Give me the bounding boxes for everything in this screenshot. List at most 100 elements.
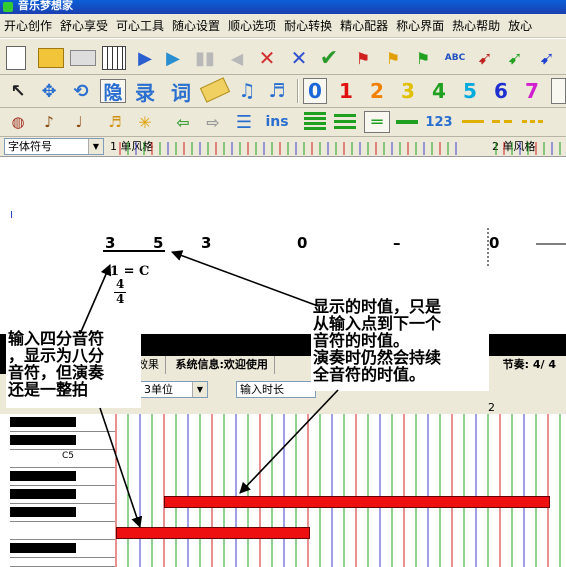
dash-1-icon[interactable] [462, 120, 484, 123]
input-duration-combo[interactable]: 输入时长 [236, 381, 316, 398]
input-duration-value: 输入时长 [240, 383, 284, 396]
record-button[interactable]: 录 [132, 79, 158, 105]
annotation-left-line-2: ，显示为八分 [8, 346, 105, 365]
menu-create[interactable]: 开心创作 [0, 14, 56, 37]
system-info-label: 系统信息:欢迎使用 [170, 356, 275, 374]
piano-roll: C5 [0, 414, 566, 567]
menu-tools[interactable]: 可心工具 [112, 14, 168, 37]
black-key[interactable] [10, 489, 76, 499]
dash-3-icon[interactable] [522, 120, 544, 123]
arrow-left-icon[interactable]: ⇦ [172, 111, 194, 133]
white-key[interactable] [10, 558, 115, 567]
arrow-right-icon[interactable]: ⇨ [202, 111, 224, 133]
menu-interface[interactable]: 称心界面 [392, 14, 448, 37]
number-0-button[interactable]: 0 [303, 78, 327, 104]
cursor-blue-icon[interactable]: ➹ [534, 45, 560, 71]
note-2[interactable]: 5 [153, 234, 163, 252]
bars-icon[interactable]: ☰ [232, 111, 256, 133]
pause-icon[interactable]: ▮▮ [194, 47, 216, 69]
piano-icon[interactable] [102, 46, 126, 70]
cursor-red-icon[interactable]: ➹ [472, 45, 498, 71]
cross-red-icon[interactable]: ✕ [254, 46, 280, 70]
number-1-button[interactable]: 1 [334, 78, 358, 104]
align-1-icon[interactable] [304, 112, 326, 132]
black-key[interactable] [10, 543, 76, 553]
note-4[interactable]: 0 [297, 234, 307, 252]
lyric-button[interactable]: 词 [168, 79, 194, 105]
move-icon[interactable]: ✥ [36, 79, 62, 103]
beat-label: 节奏: 4/ 4 [502, 358, 556, 371]
annotation-right-line-4: 演奏时仍然会持续 [313, 348, 442, 367]
note-bar-quarter[interactable] [116, 527, 310, 539]
number-4-button[interactable]: 4 [427, 78, 451, 104]
drum-icon[interactable]: ◍ [6, 111, 30, 133]
number-6-button[interactable]: 6 [489, 78, 513, 104]
note-bar-whole[interactable] [164, 496, 550, 508]
pointer-icon[interactable]: ↖ [6, 79, 30, 103]
cursor-green-icon[interactable]: ➹ [502, 45, 528, 71]
app-window: 音乐梦想家 开心创作 舒心享受 可心工具 随心设置 顺心选项 耐心转换 精心配器 称心界面 热心… [0, 0, 566, 567]
menu-instruments[interactable]: 精心配器 [336, 14, 392, 37]
note-3[interactable]: 3 [201, 234, 211, 252]
rotate-icon[interactable]: ⟲ [68, 79, 94, 103]
unit-combo[interactable]: 3单位 ▼ [140, 381, 208, 398]
chevron-down-icon[interactable]: ▼ [192, 382, 207, 397]
step-back-icon[interactable]: ◀ [226, 47, 248, 69]
menu-more[interactable]: 放心 [504, 14, 536, 37]
instrument-toolbar: ◍ ♪ ♩ ♬ ✳ ⇦ ⇨ ☰ ins ═ 123 [0, 108, 566, 137]
align-3-icon[interactable]: ═ [364, 111, 390, 133]
new-file-icon[interactable] [6, 46, 26, 70]
align-2-icon[interactable] [334, 114, 356, 130]
sixteenth-notes-icon[interactable]: ♬ [264, 79, 290, 103]
saxophone-icon[interactable]: ♬ [104, 111, 126, 133]
menu-settings[interactable]: 随心设置 [168, 14, 224, 37]
black-key[interactable] [10, 471, 76, 481]
menu-enjoy[interactable]: 舒心享受 [56, 14, 112, 37]
insert-button[interactable]: ins [262, 111, 292, 133]
note-6[interactable]: 0 [489, 234, 499, 252]
sparkle-icon[interactable]: ✳ [134, 111, 156, 133]
guitar-icon[interactable]: ♩ [68, 111, 90, 133]
measure-2-label: 2 [488, 401, 495, 414]
check-icon[interactable]: ✔ [316, 45, 342, 71]
spellcheck-icon[interactable]: ABC [442, 45, 468, 71]
note-1[interactable]: 3 [105, 234, 115, 252]
play-from-cursor-icon[interactable]: ▶ [162, 47, 184, 69]
overflow-button[interactable] [551, 78, 566, 104]
black-key[interactable] [10, 507, 76, 517]
annotation-right: 显示的时值，只是 从输入点到下一个 音符的时值。 演奏时仍然会持续 全音符的时值… [311, 296, 489, 391]
measure-ticks [119, 142, 561, 155]
white-key[interactable] [10, 522, 115, 540]
eraser-icon[interactable] [199, 77, 231, 103]
line-icon[interactable] [396, 120, 418, 124]
menu-bar: 开心创作 舒心享受 可心工具 随心设置 顺心选项 耐心转换 精心配器 称心界面 热心帮助 放心 [0, 14, 566, 38]
violin-icon[interactable]: ♪ [38, 111, 60, 133]
number-7-button[interactable]: 7 [520, 78, 544, 104]
traffic-light-icon-1[interactable]: ⚑ [350, 45, 376, 71]
menu-convert[interactable]: 耐心转换 [280, 14, 336, 37]
annotation-left-line-1: 输入四分音符 [8, 329, 105, 348]
menu-options[interactable]: 顺心选项 [224, 14, 280, 37]
number-123-button[interactable]: 123 [424, 111, 454, 133]
traffic-light-icon-2[interactable]: ⚑ [380, 45, 406, 71]
cross-blue-icon[interactable]: ✕ [286, 46, 312, 70]
dash-2-icon[interactable] [492, 120, 514, 123]
number-5-button[interactable]: 5 [458, 78, 482, 104]
open-folder-icon[interactable] [38, 48, 64, 68]
play-icon[interactable]: ▶ [134, 47, 156, 69]
eighth-notes-icon[interactable]: ♫ [234, 79, 260, 103]
grid-group [115, 414, 561, 567]
keyboard: C5 [0, 414, 116, 567]
annotation-right-line-2: 从输入点到下一个 [313, 314, 442, 333]
keyboard-icon[interactable] [70, 50, 96, 66]
menu-help[interactable]: 热心帮助 [448, 14, 504, 37]
black-key[interactable] [10, 435, 76, 445]
time-sig-denominator: 4 [116, 292, 125, 306]
hide-button[interactable]: 隐 [100, 79, 126, 104]
traffic-light-icon-3[interactable]: ⚑ [410, 45, 436, 71]
black-key[interactable] [10, 417, 76, 427]
number-3-button[interactable]: 3 [396, 78, 420, 104]
annotation-left-line-3: 音符，但演奏 [8, 363, 105, 382]
number-2-button[interactable]: 2 [365, 78, 389, 104]
note-5[interactable]: – [393, 234, 401, 252]
